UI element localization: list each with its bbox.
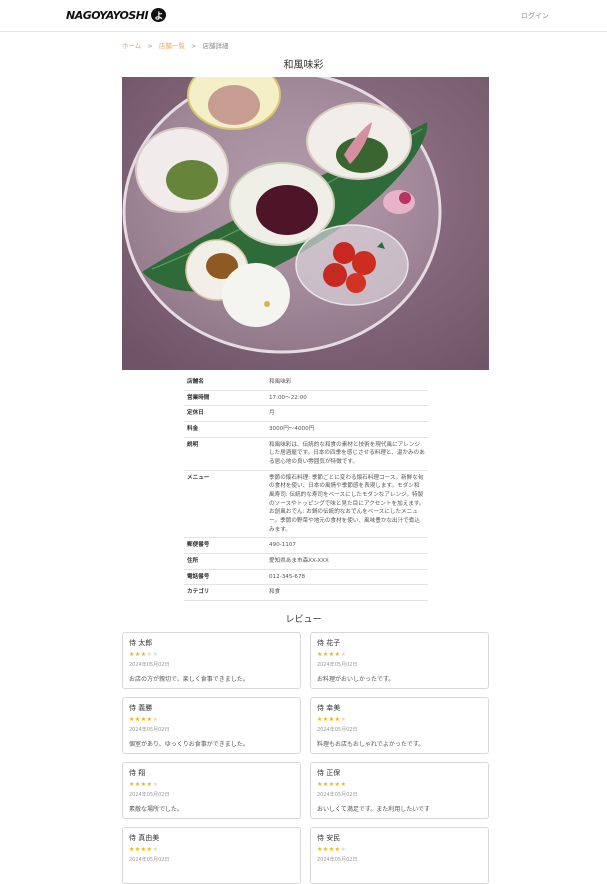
reviewer-name: 侍 幸美 bbox=[317, 704, 341, 712]
review-date: 2024年05月02日 bbox=[317, 727, 358, 734]
info-value: 012-345-678 bbox=[266, 569, 428, 586]
info-value: 3000円〜4000円 bbox=[266, 421, 428, 438]
star-rating: ★★★★★ bbox=[317, 716, 482, 723]
reviewer-name: 侍 真由美 bbox=[129, 834, 160, 842]
star-rating: ★★★★★ bbox=[129, 846, 294, 853]
info-row: 料金 3000円〜4000円 bbox=[184, 421, 428, 438]
info-row: メニュー 季節の懐石料理: 季節ごとに変わる懐石料理コース。新鮮な旬の食材を使い、… bbox=[184, 470, 428, 539]
info-key: メニュー bbox=[184, 470, 266, 539]
info-value: 490-1107 bbox=[266, 537, 428, 554]
star-rating: ★★★★★ bbox=[317, 846, 482, 853]
breadcrumb-store-list[interactable]: 店舗一覧 bbox=[159, 42, 185, 50]
star-icon: ★ bbox=[340, 846, 347, 854]
info-key: 郵便番号 bbox=[184, 537, 266, 554]
info-key: カテゴリ bbox=[184, 584, 266, 601]
info-key: 説明 bbox=[184, 437, 266, 471]
star-rating: ★★★★★ bbox=[317, 651, 482, 658]
review-card: 侍 幸美 ★★★★★ 2024年05月02日料理もお店もおしゃれでよかったです。 bbox=[310, 697, 489, 754]
info-row: 電話番号 012-345-678 bbox=[184, 569, 428, 586]
reviewer-name: 侍 翔 bbox=[129, 769, 146, 777]
review-list: 侍 太郎 ★★★★★ 2024年05月02日 お店の方が親切で、楽しく食事できました。… bbox=[122, 632, 489, 884]
info-value: 和風味彩 bbox=[266, 375, 428, 391]
store-photo bbox=[122, 77, 489, 370]
info-row: 定休日月 bbox=[184, 405, 428, 422]
review-comment: お料理がおいしかったです。 bbox=[317, 676, 395, 684]
info-row: 郵便番号 490-1107 bbox=[184, 537, 428, 554]
review-date: 2024年05月02日 bbox=[317, 662, 358, 669]
reviewer-name: 侍 正保 bbox=[317, 769, 341, 777]
review-comment: 料理もお店もおしゃれでよかったです。 bbox=[317, 741, 425, 749]
info-key: 料金 bbox=[184, 421, 266, 438]
review-date: 2024年05月02日 bbox=[317, 857, 358, 864]
breadcrumb-separator: > bbox=[147, 42, 153, 50]
review-date: 2024年05月02日 bbox=[129, 857, 170, 864]
reviewer-name: 侍 花子 bbox=[317, 639, 341, 647]
info-row: 店舗名 和風味彩 bbox=[184, 375, 428, 391]
info-value: 愛知県あま市森XX-XXX bbox=[266, 553, 428, 570]
info-key: 営業時間 bbox=[184, 390, 266, 407]
site-header: NAGOYAYOSHI よ ログイン bbox=[0, 0, 607, 32]
review-comment: おいしくて満足です。また利用したいです bbox=[317, 806, 431, 814]
login-link[interactable]: ログイン bbox=[521, 11, 549, 21]
star-icon: ★ bbox=[152, 781, 159, 789]
review-date: 2024年05月02日 bbox=[129, 662, 170, 669]
star-icon: ★ bbox=[152, 846, 159, 854]
logo-mark-icon: よ bbox=[151, 8, 167, 22]
reviewer-name: 侍 太郎 bbox=[129, 639, 153, 647]
reviewer-name: 侍 安民 bbox=[317, 834, 341, 842]
info-key: 住所 bbox=[184, 553, 266, 570]
star-icon: ★ bbox=[340, 781, 347, 789]
review-card: 侍 義勝 ★★★★★ 2024年05月02日個室があり、ゆっくりお食事ができました。 bbox=[122, 697, 301, 754]
info-value: 17:00〜22:00 bbox=[266, 390, 428, 407]
page-title: 和風味彩 bbox=[283, 60, 324, 71]
review-date: 2024年05月02日 bbox=[129, 727, 170, 734]
info-key: 店舗名 bbox=[184, 375, 266, 391]
review-card: 侍 正保 ★★★★★ 2024年05月02日おいしくて満足です。また利用したいです bbox=[310, 762, 489, 819]
star-rating: ★★★★★ bbox=[129, 716, 294, 723]
info-row: 住所 愛知県あま市森XX-XXX bbox=[184, 553, 428, 570]
info-row: カテゴリ 和食 bbox=[184, 584, 428, 601]
store-info-table: 店舗名 和風味彩 営業時間 17:00〜22:00 定休日月料金 3000円〜4000円説… bbox=[184, 375, 428, 601]
review-card: 侍 安民 ★★★★★ 2024年05月02日 bbox=[310, 827, 489, 884]
info-key: 定休日 bbox=[184, 405, 266, 422]
site-logo[interactable]: NAGOYAYOSHI よ bbox=[66, 8, 167, 22]
star-rating: ★★★★★ bbox=[129, 651, 294, 658]
info-value: 季節の懐石料理: 季節ごとに変わる懐石料理コース。新鮮な旬の食材を使い、日本の風… bbox=[266, 470, 428, 539]
star-icon: ★ bbox=[340, 651, 347, 659]
review-date: 2024年05月02日 bbox=[129, 792, 170, 799]
info-value: 和食 bbox=[266, 584, 428, 601]
star-rating: ★★★★★ bbox=[129, 781, 294, 788]
review-card: 侍 真由美 ★★★★★ 2024年05月02日 bbox=[122, 827, 301, 884]
review-comment: 素敵な場所でした。 bbox=[129, 806, 184, 814]
review-date: 2024年05月02日 bbox=[317, 792, 358, 799]
star-icon: ★ bbox=[152, 651, 159, 659]
logo-text: NAGOYAYOSHI bbox=[66, 8, 149, 22]
star-icon: ★ bbox=[340, 716, 347, 724]
review-card: 侍 花子 ★★★★★ 2024年05月02日お料理がおいしかったです。 bbox=[310, 632, 489, 689]
review-card: 侍 太郎 ★★★★★ 2024年05月02日お店の方が親切で、楽しく食事できました。 bbox=[122, 632, 301, 689]
info-key: 電話番号 bbox=[184, 569, 266, 586]
info-value: 月 bbox=[266, 405, 428, 422]
info-row: 営業時間 17:00〜22:00 bbox=[184, 390, 428, 407]
breadcrumb-separator: > bbox=[191, 42, 197, 50]
breadcrumb-current: 店舗詳細 bbox=[202, 42, 229, 50]
star-rating: ★★★★★ bbox=[317, 781, 482, 788]
review-card: 侍 翔 ★★★★★ 2024年05月02日素敵な場所でした。 bbox=[122, 762, 301, 819]
reviewer-name: 侍 義勝 bbox=[129, 704, 153, 712]
review-comment: 個室があり、ゆっくりお食事ができました。 bbox=[129, 741, 249, 749]
info-value: 和風味彩は、伝統的な和食の素材と技術を現代風にアレンジした居酒屋です。日本の四季… bbox=[266, 437, 428, 471]
star-icon: ★ bbox=[152, 716, 159, 724]
reviews-title: レビュー bbox=[285, 615, 322, 625]
review-comment: お店の方が親切で、楽しく食事できました。 bbox=[129, 676, 249, 684]
info-row: 説明 和風味彩は、伝統的な和食の素材と技術を現代風にアレンジした居酒屋です。日本の… bbox=[184, 437, 428, 471]
breadcrumb-home[interactable]: ホーム bbox=[122, 42, 141, 50]
breadcrumb: ホーム > 店舗一覧 > 店舗詳細 bbox=[122, 40, 229, 50]
